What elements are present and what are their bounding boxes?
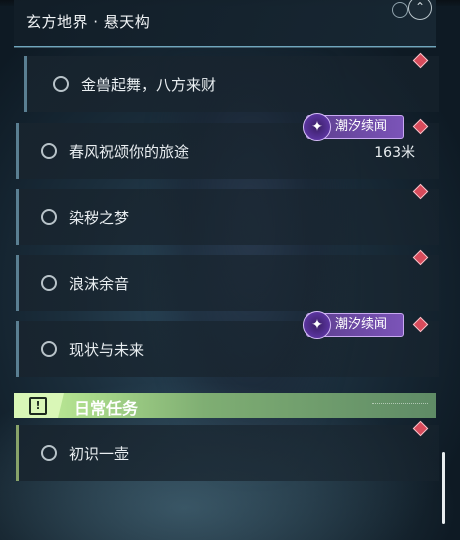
quest-label: 浪沫余音 xyxy=(69,275,130,293)
quest-item[interactable]: 染秽之梦 xyxy=(16,189,439,245)
radio-icon[interactable] xyxy=(41,209,57,225)
quest-label: 初识一壶 xyxy=(69,445,130,463)
chevron-up-icon[interactable]: ⌃ xyxy=(408,0,432,20)
section-decoration xyxy=(372,403,428,408)
radio-icon[interactable] xyxy=(53,76,69,92)
quest-label: 春风祝颂你的旅途 xyxy=(69,143,190,161)
tide-badge: ✦ 潮汐续闻 xyxy=(303,311,404,339)
daily-section-title: 日常任务 xyxy=(74,399,139,418)
quest-item[interactable]: 初识一壶 xyxy=(16,425,439,481)
tide-icon: ✦ xyxy=(303,113,331,141)
daily-section-icon-bg: ! xyxy=(14,393,64,418)
region-header[interactable]: 玄方地界 · 悬天构 ⌃ xyxy=(14,0,436,47)
scrollbar[interactable] xyxy=(442,452,445,524)
radio-icon[interactable] xyxy=(41,275,57,291)
radio-icon[interactable] xyxy=(41,143,57,159)
quest-item[interactable]: 金兽起舞，八方来财 xyxy=(24,56,439,112)
quest-label: 染秽之梦 xyxy=(69,209,130,227)
region-title: 玄方地界 · 悬天构 xyxy=(26,13,151,31)
exclamation-icon: ! xyxy=(29,397,47,415)
quest-label: 现状与未来 xyxy=(69,341,145,359)
quest-distance: 163米 xyxy=(374,145,415,161)
circle-icon[interactable] xyxy=(392,2,408,18)
radio-icon[interactable] xyxy=(41,445,57,461)
quest-label: 金兽起舞，八方来财 xyxy=(81,76,217,94)
quest-item[interactable]: 浪沫余音 xyxy=(16,255,439,311)
badge-label: 潮汐续闻 xyxy=(335,317,388,332)
radio-icon[interactable] xyxy=(41,341,57,357)
tide-icon: ✦ xyxy=(303,311,331,339)
tide-badge: ✦ 潮汐续闻 xyxy=(303,113,404,141)
badge-label: 潮汐续闻 xyxy=(335,119,388,134)
